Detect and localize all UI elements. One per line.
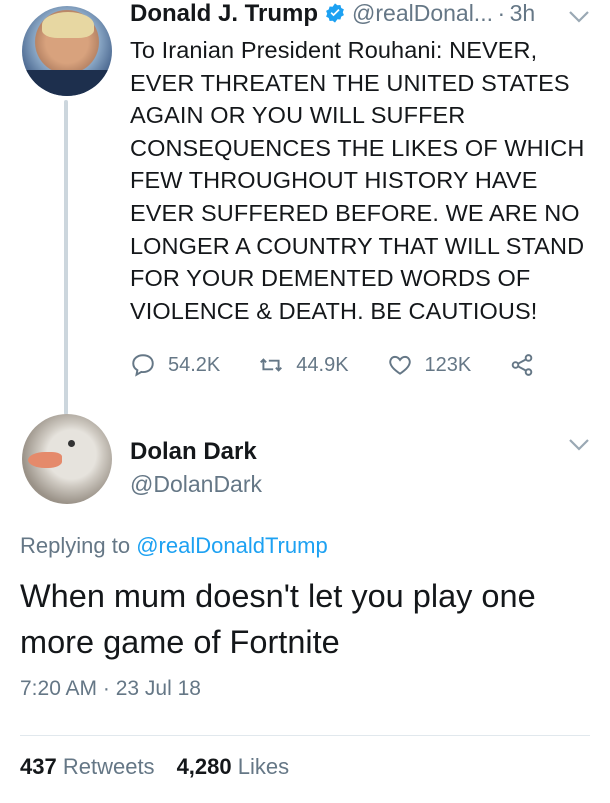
tweet-header: Donald J. Trump @realDonal... · 3h — [130, 0, 535, 28]
verified-badge-icon — [326, 3, 344, 23]
share-action[interactable] — [509, 352, 547, 378]
tweet-actions: 54.2K 44.9K 123K — [130, 350, 560, 380]
retweet-icon — [260, 358, 283, 372]
like-total: 4,280 — [176, 754, 232, 779]
retweet-count: 44.9K — [296, 353, 349, 376]
replying-to-prefix: Replying to — [20, 533, 131, 558]
heart-icon — [388, 355, 411, 375]
retweet-action[interactable]: 44.9K — [258, 352, 349, 378]
retweets-stat[interactable]: 437 Retweets — [20, 754, 155, 779]
reply-action[interactable]: 54.2K — [130, 352, 220, 378]
retweet-total: 437 — [20, 754, 57, 779]
reply-author-name[interactable]: Dolan Dark — [130, 438, 257, 466]
reply-chevron-down-icon[interactable] — [568, 438, 590, 452]
author-handle[interactable]: @realDonal... — [352, 0, 493, 26]
replying-to: Replying to @realDonaldTrump — [20, 533, 328, 559]
retweet-label: Retweets — [62, 754, 155, 779]
author-name[interactable]: Donald J. Trump — [130, 0, 318, 27]
reply-count: 54.2K — [168, 353, 221, 376]
reply-author-avatar[interactable] — [22, 414, 112, 504]
divider — [20, 735, 590, 736]
avatar-suit — [22, 70, 112, 96]
like-count: 123K — [424, 353, 472, 376]
reply-text: When mum doesn't let you play one more g… — [20, 578, 536, 660]
reply-icon — [132, 354, 154, 377]
separator-dot: · — [497, 0, 506, 26]
replying-to-handle-link[interactable]: @realDonaldTrump — [136, 533, 327, 558]
author-avatar[interactable] — [22, 6, 112, 96]
reply-author-handle[interactable]: @DolanDark — [130, 471, 262, 498]
engagement-stats: 437 Retweets 4,280 Likes — [20, 754, 289, 780]
avatar-beak — [28, 452, 62, 468]
time-ago[interactable]: 3h — [510, 0, 536, 26]
tweet-text: To Iranian President Rouhani: NEVER, EVE… — [130, 37, 585, 324]
reply-timestamp[interactable]: 7:20 AM · 23 Jul 18 — [20, 677, 201, 701]
avatar-eye — [68, 440, 75, 447]
avatar-hair — [42, 12, 94, 38]
chevron-down-icon[interactable] — [568, 10, 590, 24]
share-icon — [511, 354, 533, 376]
thread-line — [64, 100, 68, 415]
like-label: Likes — [237, 754, 290, 779]
likes-stat[interactable]: 4,280 Likes — [177, 754, 290, 779]
like-action[interactable]: 123K — [387, 352, 472, 378]
